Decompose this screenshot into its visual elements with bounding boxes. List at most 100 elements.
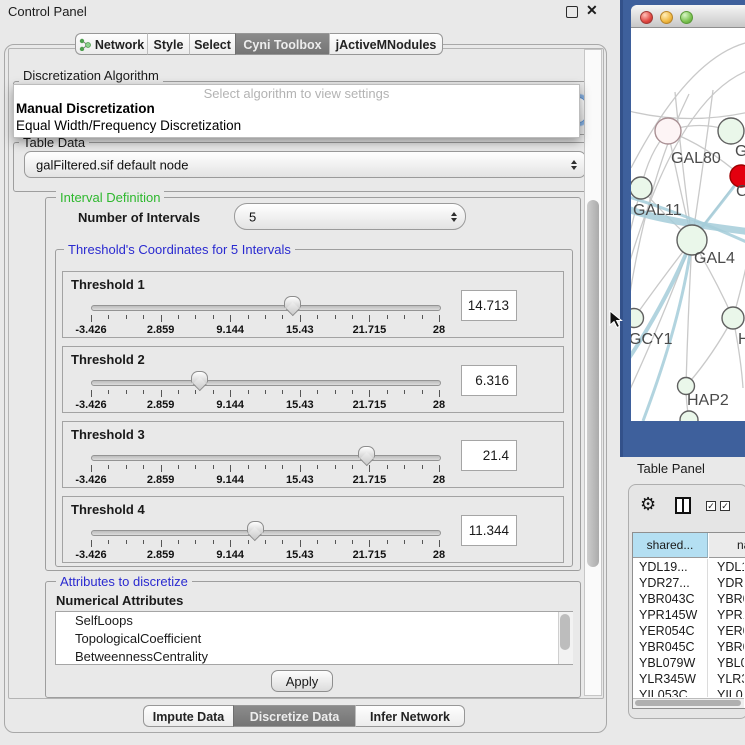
slider-tick (317, 465, 318, 469)
slider-tick (161, 465, 162, 472)
slider-tick (265, 315, 266, 319)
table-row[interactable]: YER054CYER0 (633, 623, 744, 639)
tab-cyni-toolbox[interactable]: Cyni Toolbox (235, 33, 329, 55)
tab-jactivemnodules[interactable]: jActiveMNodules (329, 33, 443, 55)
dropdown-option-equal-width-frequency-discretization[interactable]: Equal Width/Frequency Discretization (16, 118, 577, 134)
column-header-shared-name[interactable]: shared... (633, 533, 708, 558)
threshold-value-field[interactable]: 14.713 (461, 290, 517, 321)
slider-tick-label: 15.43 (275, 399, 325, 411)
threshold-slider-track[interactable] (91, 455, 441, 461)
combo-stepper-icon (571, 160, 577, 170)
table-row[interactable]: YBR045CYBR0 (633, 639, 744, 655)
app-root: Control Panel ✕ NetworkStyleSelectCyni T… (0, 0, 745, 745)
network-node[interactable] (631, 177, 652, 199)
slider-tick (161, 540, 162, 547)
tab-select[interactable]: Select (189, 33, 235, 55)
table-row[interactable]: YLR345WYLR3 (633, 671, 744, 687)
float-window-icon[interactable] (566, 6, 578, 18)
slider-tick (404, 390, 405, 394)
network-node-label: C (736, 183, 745, 200)
tab-infer-network[interactable]: Infer Network (355, 705, 465, 727)
network-node[interactable] (718, 118, 744, 144)
threshold-value-field[interactable]: 11.344 (461, 515, 517, 546)
table-data-combo[interactable]: galFiltered.sif default node (24, 151, 586, 178)
network-node[interactable] (680, 411, 698, 421)
slider-tick (248, 315, 249, 319)
cell-shared-name: YBR043C (633, 591, 708, 607)
network-node-label: GAL80 (671, 150, 721, 167)
slider-tick-label: 2.859 (136, 399, 186, 411)
cell-shared-name: YIL053C (633, 687, 708, 697)
slider-tick-label: 9.144 (205, 324, 255, 336)
threshold-value-field[interactable]: 6.316 (461, 365, 517, 396)
cell-name: YLR3 (709, 671, 744, 687)
threshold-slider-thumb[interactable] (358, 446, 375, 458)
slider-tick (91, 315, 92, 322)
column-header-name[interactable]: na (709, 533, 745, 558)
table-horizontal-scrollbar-thumb[interactable] (635, 700, 741, 706)
table-row[interactable]: YPR145WYPR1 (633, 607, 744, 623)
gear-icon[interactable]: ⚙ (640, 494, 656, 515)
network-edge[interactable] (631, 110, 745, 119)
threshold-slider-thumb[interactable] (247, 521, 264, 533)
tab-impute-data[interactable]: Impute Data (143, 705, 233, 727)
minimize-traffic-light-icon[interactable] (660, 11, 673, 24)
threshold-slider-thumb[interactable] (284, 296, 301, 308)
slider-tick (404, 465, 405, 469)
slider-tick-label: 15.43 (275, 474, 325, 486)
threshold-slider-track[interactable] (91, 530, 441, 536)
main-scrollbar-thumb[interactable] (587, 200, 599, 567)
slider-tick-label: -3.426 (66, 474, 116, 486)
slider-tick (369, 390, 370, 397)
slider-tick (126, 315, 127, 319)
attribute-list-item[interactable]: TopologicalCoefficient (56, 630, 572, 648)
apply-button[interactable]: Apply (271, 670, 333, 692)
dropdown-option-manual-discretization[interactable]: Manual Discretization (16, 101, 577, 117)
close-icon[interactable]: ✕ (586, 2, 598, 19)
slider-tick (352, 465, 353, 469)
tab-style[interactable]: Style (147, 33, 189, 55)
zoom-traffic-light-icon[interactable] (680, 11, 693, 24)
network-node[interactable] (722, 307, 744, 329)
slider-tick-label: -3.426 (66, 549, 116, 561)
network-canvas[interactable]: GAL80GCGAL11GAL4GCY1HHAP2 (631, 28, 745, 421)
table-row[interactable]: YBL079WYBL0 (633, 655, 744, 671)
network-node[interactable] (631, 309, 644, 328)
attributes-list-scrollbar-thumb[interactable] (560, 614, 570, 650)
table-row[interactable]: YIL053CYIL0 (633, 687, 744, 697)
checkbox-icon[interactable]: ✓ (706, 501, 716, 511)
close-traffic-light-icon[interactable] (640, 11, 653, 24)
tab-network[interactable]: Network (75, 33, 147, 55)
tab-discretize-data[interactable]: Discretize Data (233, 705, 355, 727)
slider-tick (335, 315, 336, 319)
threshold-panel-2: Threshold 2-3.4262.8599.14415.4321.71528… (62, 346, 564, 413)
slider-tick (178, 390, 179, 394)
slider-tick (195, 465, 196, 469)
numerical-attributes-label: Numerical Attributes (56, 593, 183, 608)
table-row[interactable]: YDL19...YDL1 (633, 559, 744, 575)
slider-tick-label: -3.426 (66, 324, 116, 336)
attribute-list-item[interactable]: SelfLoops (56, 612, 572, 630)
cell-shared-name: YLR345W (633, 671, 708, 687)
network-node[interactable] (655, 118, 681, 144)
slider-tick (317, 540, 318, 544)
slider-tick (300, 465, 301, 472)
threshold-slider-track[interactable] (91, 305, 441, 311)
table-row[interactable]: YBR043CYBR0 (633, 591, 744, 607)
slider-tick (248, 390, 249, 394)
threshold-slider-thumb[interactable] (191, 371, 208, 383)
network-edge[interactable] (686, 318, 733, 386)
threshold-value-field[interactable]: 21.4 (461, 440, 517, 471)
attributes-group-title: Attributes to discretize (56, 574, 192, 589)
threshold-slider-track[interactable] (91, 380, 441, 386)
numerical-attributes-list[interactable]: SelfLoopsTopologicalCoefficientBetweenne… (55, 611, 573, 665)
slider-tick (265, 465, 266, 469)
algorithm-dropdown-popup: Select algorithm to view settings Manual… (13, 84, 580, 138)
columns-icon[interactable] (675, 497, 691, 514)
slider-tick (213, 315, 214, 319)
checkbox-icon[interactable]: ✓ (720, 501, 730, 511)
slider-tick (265, 390, 266, 394)
attribute-list-item[interactable]: BetweennessCentrality (56, 648, 572, 665)
number-of-intervals-combo[interactable]: 5 (234, 203, 466, 230)
table-row[interactable]: YDR27...YDR2 (633, 575, 744, 591)
